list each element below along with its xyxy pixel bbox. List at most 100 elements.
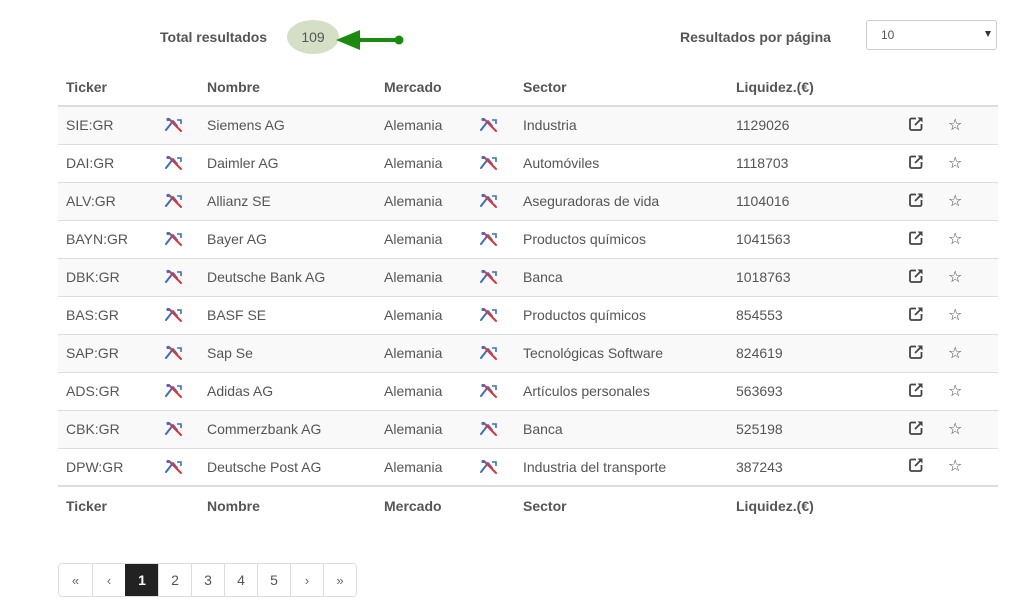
cell-ticker[interactable]: BAYN:GR — [58, 219, 157, 258]
chart-tools-icon[interactable] — [480, 307, 515, 323]
results-per-page-value: 10 — [881, 28, 895, 42]
chart-tools-icon[interactable] — [480, 345, 515, 361]
star-outline-icon[interactable]: ☆ — [948, 155, 962, 172]
cell-nombre[interactable]: Sap Se — [199, 333, 376, 372]
header-mercado[interactable]: Mercado — [376, 68, 472, 107]
chart-tools-icon[interactable] — [480, 383, 515, 399]
cell-nombre[interactable]: Deutsche Post AG — [199, 447, 376, 486]
chart-tools-icon[interactable] — [480, 269, 515, 285]
chart-tools-icon[interactable] — [165, 421, 199, 437]
star-outline-icon[interactable]: ☆ — [948, 383, 962, 400]
favorite-cell: ☆ — [948, 105, 998, 144]
chart-tools-icon[interactable] — [165, 193, 199, 209]
chart-tools-icon[interactable] — [165, 307, 199, 323]
external-link-icon[interactable] — [908, 383, 924, 401]
header-sector[interactable]: Sector — [515, 68, 728, 107]
table-row[interactable]: SIE:GR Siemens AG Alemania Industria 1129026… — [58, 105, 998, 144]
cell-nombre[interactable]: Bayer AG — [199, 219, 376, 258]
star-outline-icon[interactable]: ☆ — [948, 345, 962, 362]
external-link-icon[interactable] — [908, 193, 924, 211]
cell-liquidez: 387243 — [728, 447, 908, 486]
cell-nombre[interactable]: Deutsche Bank AG — [199, 257, 376, 296]
cell-ticker[interactable]: DPW:GR — [58, 447, 157, 486]
star-outline-icon[interactable]: ☆ — [948, 231, 962, 248]
table-row[interactable]: ALV:GR Allianz SE Alemania Aseguradoras de … — [58, 181, 998, 220]
cell-nombre[interactable]: Daimler AG — [199, 143, 376, 182]
pagination-last[interactable]: » — [323, 564, 356, 596]
pagination-page-5[interactable]: 5 — [257, 564, 290, 596]
chart-tools-icon[interactable] — [165, 269, 199, 285]
cell-ticker[interactable]: DBK:GR — [58, 257, 157, 296]
chart-tools-icon[interactable] — [165, 117, 199, 133]
cell-sector: Productos químicos — [515, 295, 728, 334]
cell-ticker[interactable]: DAI:GR — [58, 143, 157, 182]
header-liquidez[interactable]: Liquidez.(€) — [728, 68, 908, 107]
cell-nombre[interactable]: Allianz SE — [199, 181, 376, 220]
footer-ticker[interactable]: Ticker — [58, 485, 157, 524]
footer-blank — [948, 485, 998, 524]
header-ticker[interactable]: Ticker — [58, 68, 157, 107]
chart-tools-icon[interactable] — [480, 421, 515, 437]
cell-ticker[interactable]: CBK:GR — [58, 409, 157, 448]
cell-ticker[interactable]: BAS:GR — [58, 295, 157, 334]
chart-tools-icon[interactable] — [480, 193, 515, 209]
results-summary-bar: Total resultados 109 Resultados por pági… — [0, 0, 1021, 70]
table-row[interactable]: CBK:GR Commerzbank AG Alemania Banca 525198 ☆ — [58, 409, 998, 448]
pagination-next[interactable]: › — [290, 564, 323, 596]
external-link-icon[interactable] — [908, 117, 924, 135]
row-tool-cell — [472, 371, 515, 410]
star-outline-icon[interactable]: ☆ — [948, 307, 962, 324]
chart-tools-icon[interactable] — [480, 231, 515, 247]
pagination-page-2[interactable]: 2 — [158, 564, 191, 596]
chart-tools-icon[interactable] — [480, 459, 515, 475]
external-link-icon[interactable] — [908, 345, 924, 363]
cell-nombre[interactable]: BASF SE — [199, 295, 376, 334]
row-tool-cell — [472, 143, 515, 182]
cell-ticker[interactable]: ALV:GR — [58, 181, 157, 220]
table-row[interactable]: BAS:GR BASF SE Alemania Productos químicos 8… — [58, 295, 998, 334]
chart-tools-icon[interactable] — [480, 117, 515, 133]
pagination-page-3[interactable]: 3 — [191, 564, 224, 596]
row-tool-cell — [157, 371, 199, 410]
chart-tools-icon[interactable] — [165, 231, 199, 247]
cell-nombre[interactable]: Adidas AG — [199, 371, 376, 410]
pagination-first[interactable]: « — [59, 564, 92, 596]
cell-ticker[interactable]: SIE:GR — [58, 105, 157, 144]
chart-tools-icon[interactable] — [480, 155, 515, 171]
external-link-icon[interactable] — [908, 458, 924, 476]
table-row[interactable]: DAI:GR Daimler AG Alemania Automóviles 11187… — [58, 143, 998, 182]
chart-tools-icon[interactable] — [165, 345, 199, 361]
external-link-icon[interactable] — [908, 231, 924, 249]
chart-tools-icon[interactable] — [165, 459, 199, 475]
pagination-prev[interactable]: ‹ — [92, 564, 125, 596]
footer-mercado[interactable]: Mercado — [376, 485, 472, 524]
star-outline-icon[interactable]: ☆ — [948, 421, 962, 438]
header-nombre[interactable]: Nombre — [199, 68, 376, 107]
row-tool-cell — [472, 219, 515, 258]
external-link-icon[interactable] — [908, 155, 924, 173]
chart-tools-icon[interactable] — [165, 155, 199, 171]
footer-nombre[interactable]: Nombre — [199, 485, 376, 524]
cell-nombre[interactable]: Commerzbank AG — [199, 409, 376, 448]
star-outline-icon[interactable]: ☆ — [948, 117, 962, 134]
star-outline-icon[interactable]: ☆ — [948, 269, 962, 286]
star-outline-icon[interactable]: ☆ — [948, 458, 962, 475]
chart-tools-icon[interactable] — [165, 383, 199, 399]
footer-liquidez[interactable]: Liquidez.(€) — [728, 485, 908, 524]
results-per-page-select[interactable]: 10 — [866, 20, 997, 50]
external-link-icon[interactable] — [908, 269, 924, 287]
table-row[interactable]: BAYN:GR Bayer AG Alemania Productos químico… — [58, 219, 998, 258]
footer-sector[interactable]: Sector — [515, 485, 728, 524]
table-row[interactable]: DPW:GR Deutsche Post AG Alemania Industria … — [58, 447, 998, 486]
star-outline-icon[interactable]: ☆ — [948, 193, 962, 210]
external-link-icon[interactable] — [908, 421, 924, 439]
pagination-page-1[interactable]: 1 — [125, 564, 158, 596]
external-link-icon[interactable] — [908, 307, 924, 325]
cell-ticker[interactable]: SAP:GR — [58, 333, 157, 372]
cell-nombre[interactable]: Siemens AG — [199, 105, 376, 144]
pagination-page-4[interactable]: 4 — [224, 564, 257, 596]
table-row[interactable]: ADS:GR Adidas AG Alemania Artículos persona… — [58, 371, 998, 410]
table-row[interactable]: DBK:GR Deutsche Bank AG Alemania Banca 10187… — [58, 257, 998, 296]
table-row[interactable]: SAP:GR Sap Se Alemania Tecnológicas Softwar… — [58, 333, 998, 372]
cell-ticker[interactable]: ADS:GR — [58, 371, 157, 410]
